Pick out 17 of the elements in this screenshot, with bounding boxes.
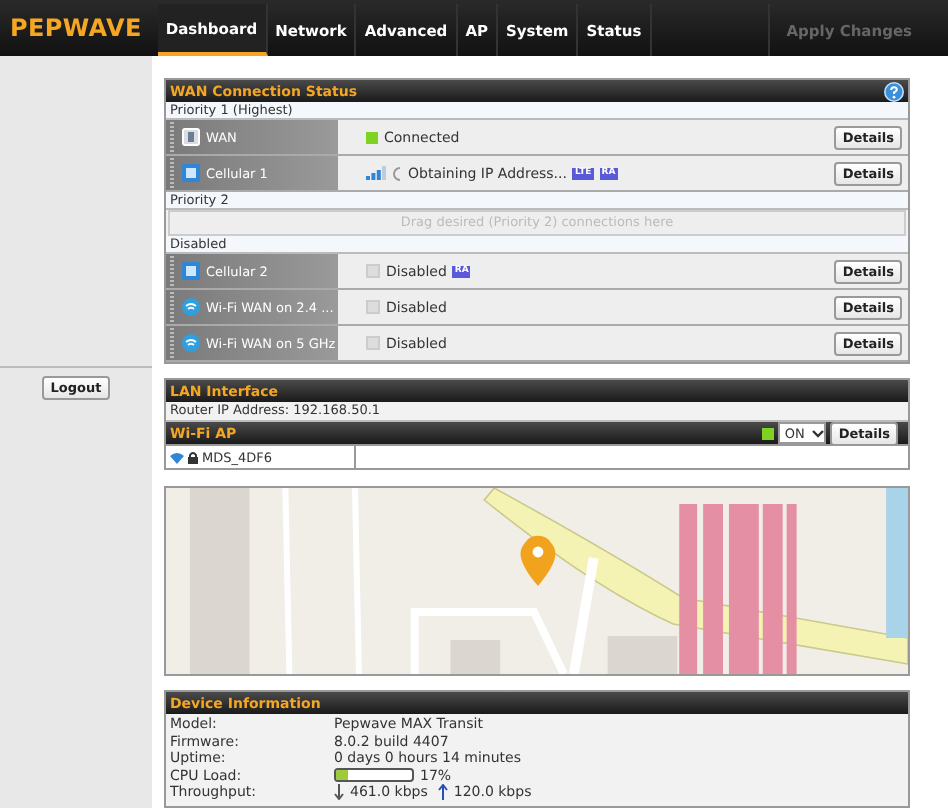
- help-icon: [884, 81, 904, 101]
- sim-card-icon: [182, 262, 200, 280]
- chevron-down-icon: [812, 429, 825, 437]
- drag-handle-icon: [170, 122, 176, 152]
- drag-handle-icon: [170, 158, 176, 188]
- drag-handle-icon: [170, 256, 176, 286]
- arrow-up-icon: [437, 784, 448, 801]
- ethernet-port-icon: [182, 128, 200, 146]
- drag-handle-icon: [170, 292, 176, 322]
- sim-card-icon: [182, 164, 200, 182]
- lock-icon: [188, 451, 198, 463]
- wifi-icon: [182, 334, 200, 352]
- wifi-icon: [182, 298, 200, 316]
- drag-handle-icon: [170, 328, 176, 358]
- wifi-icon: [170, 451, 184, 463]
- spinner-icon: [390, 165, 402, 181]
- logo: PEPWAVE: [8, 14, 144, 46]
